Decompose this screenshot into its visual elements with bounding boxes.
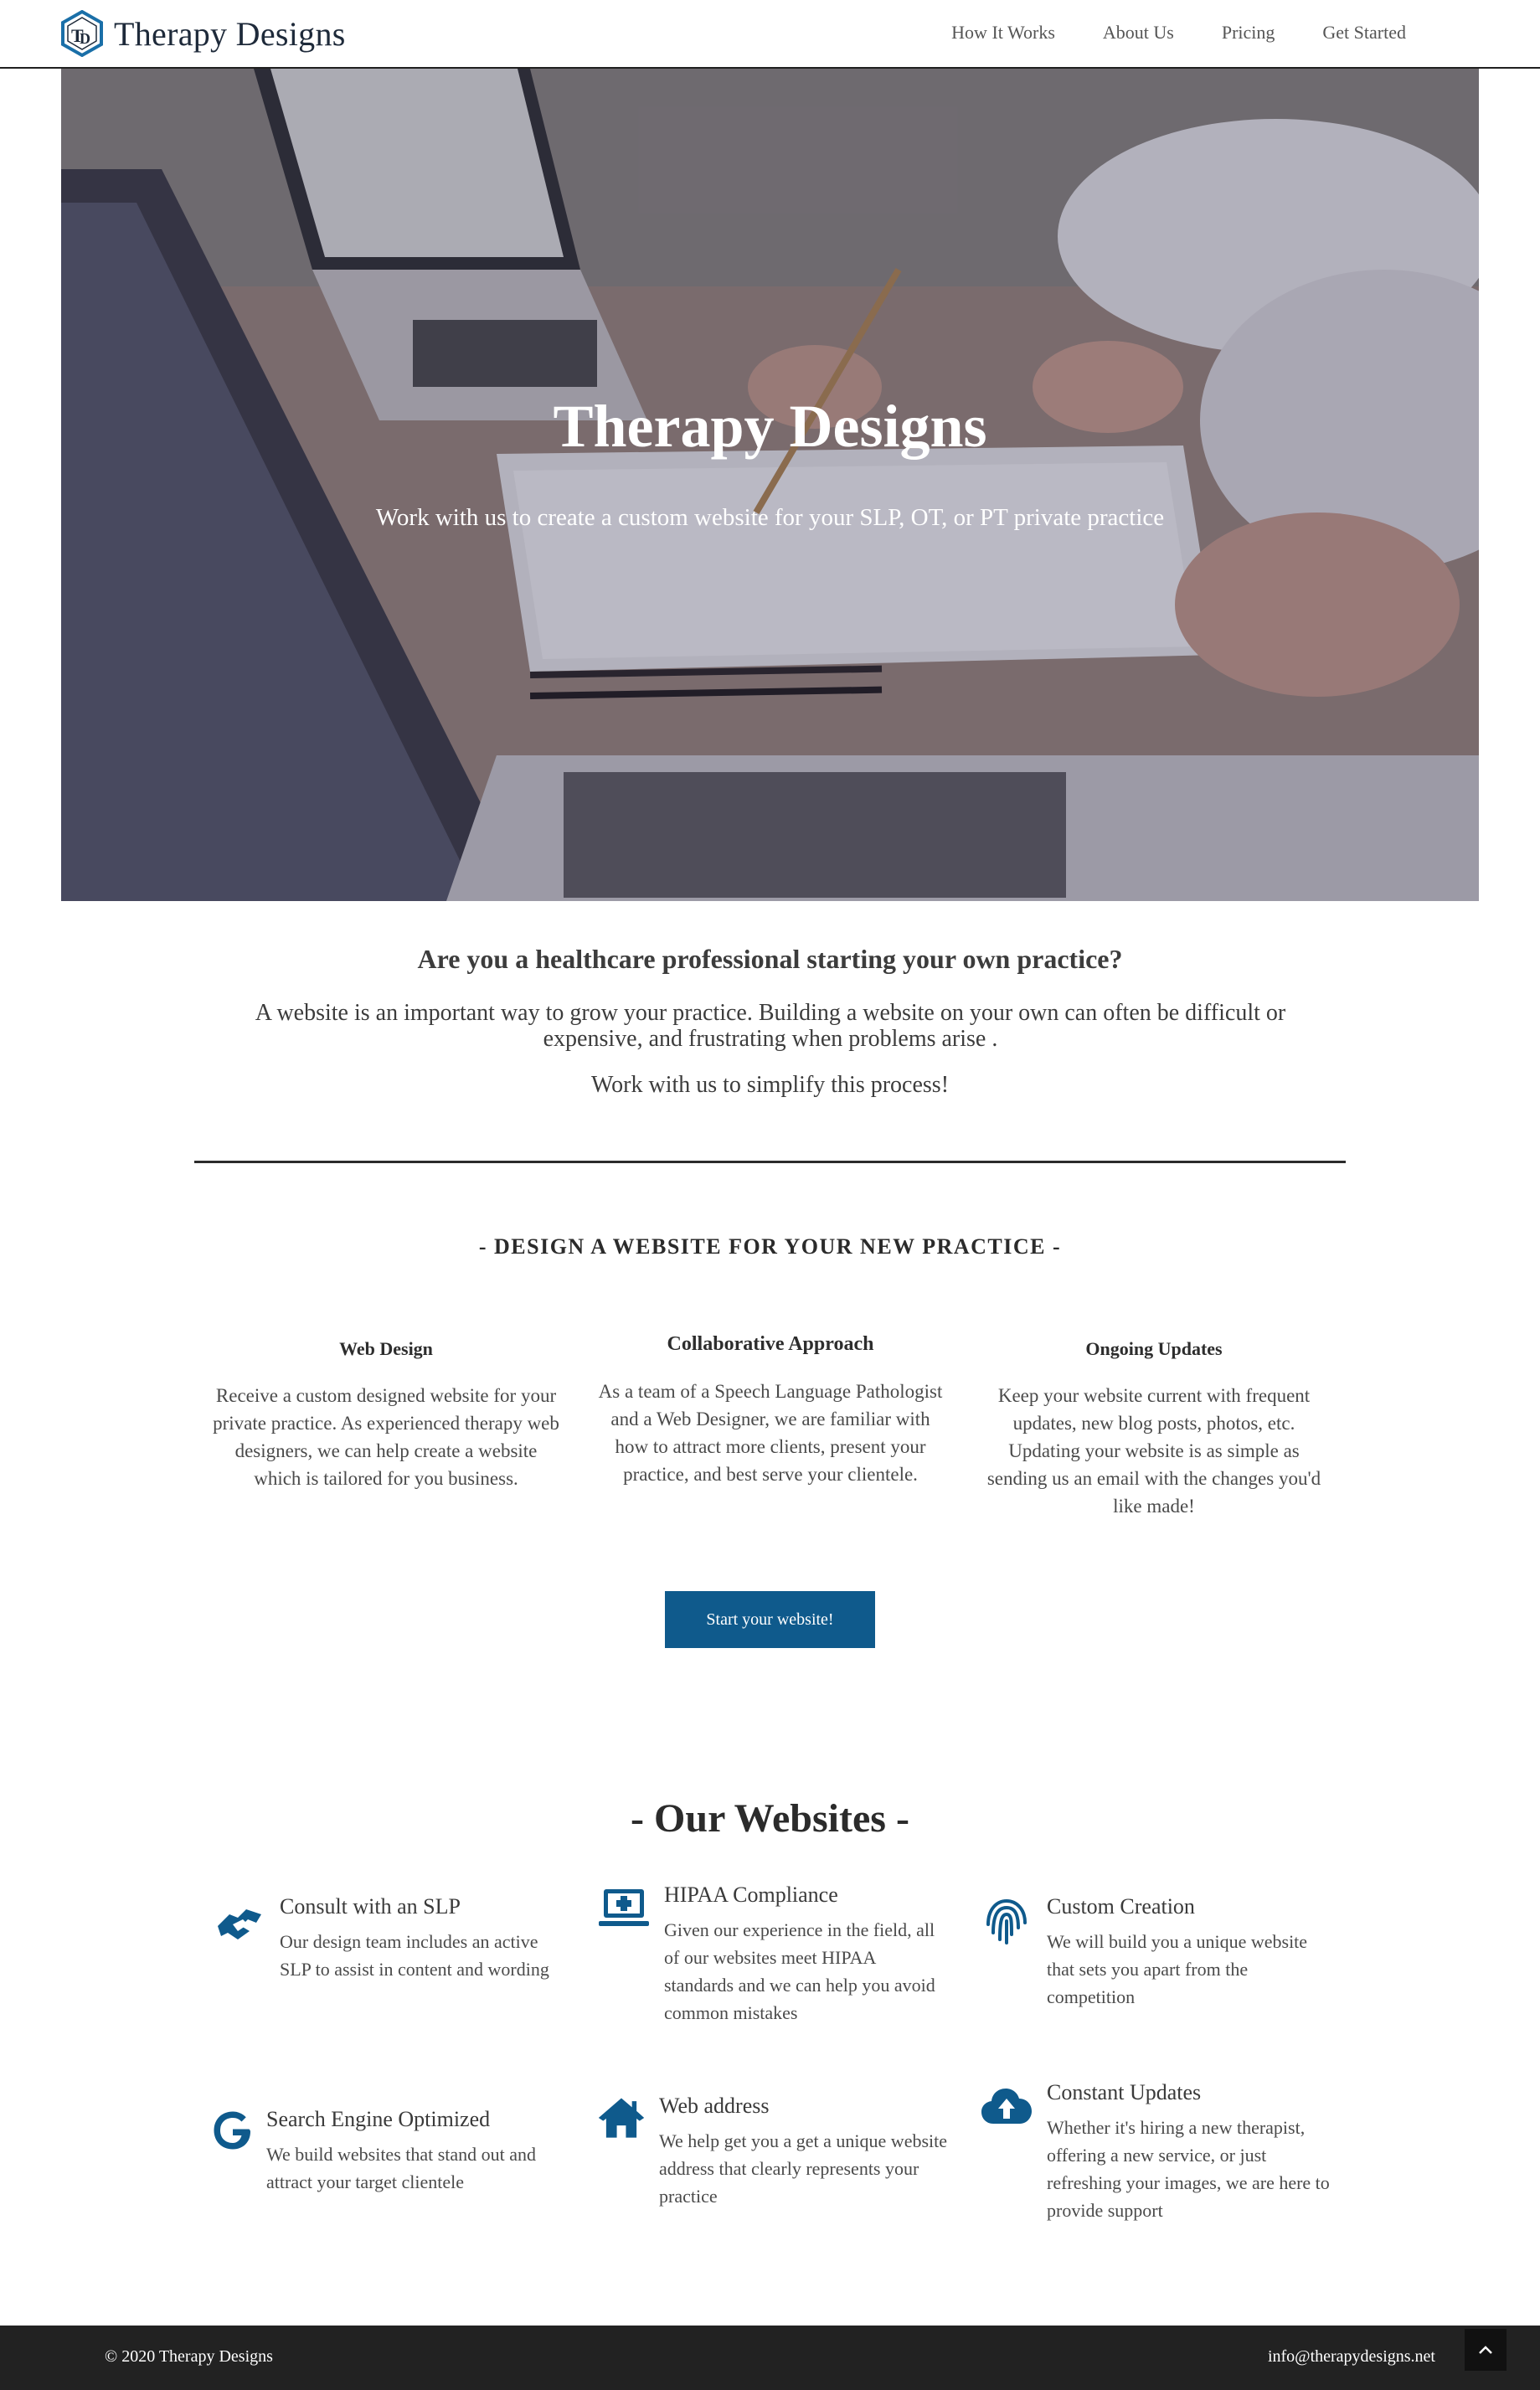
- design-section-heading: - DESIGN A WEBSITE FOR YOUR NEW PRACTICE…: [478, 1234, 1062, 1259]
- hero-subtitle: Work with us to create a custom website …: [375, 504, 1165, 531]
- nav-link-how-it-works[interactable]: How It Works: [951, 22, 1055, 44]
- handshake-icon: [213, 1894, 266, 1983]
- hero-banner: Therapy Designs Work with us to create a…: [61, 69, 1479, 901]
- google-icon: [213, 2107, 253, 2196]
- svg-text:D: D: [80, 30, 90, 47]
- td-logo-icon: T D: [61, 10, 103, 57]
- service-text: Given our experience in the field, all o…: [664, 1919, 935, 2023]
- service-web-address: Web address We help get you a get a uniq…: [597, 2094, 949, 2210]
- top-navbar: T D Therapy Designs How It Works About U…: [0, 0, 1540, 69]
- feature-text: As a team of a Speech Language Pathologi…: [598, 1381, 943, 1485]
- brand-logo[interactable]: T D Therapy Designs: [60, 10, 346, 57]
- service-seo: Search Engine Optimized We build website…: [213, 2107, 564, 2196]
- service-text: We help get you a get a unique website a…: [659, 2130, 948, 2207]
- service-consult-slp: Consult with an SLP Our design team incl…: [213, 1894, 564, 1983]
- service-title: Search Engine Optimized: [266, 2107, 491, 2131]
- feature-web-design: Web Design Receive a custom designed web…: [210, 1338, 562, 1492]
- fingerprint-icon: [980, 1894, 1033, 2011]
- service-text: Whether it's hiring a new therapist, off…: [1047, 2117, 1330, 2221]
- feature-text: Receive a custom designed website for yo…: [213, 1385, 559, 1489]
- footer-copyright: © 2020 Therapy Designs: [105, 2347, 273, 2366]
- service-title: Web address: [659, 2094, 770, 2118]
- feature-title: Web Design: [339, 1338, 433, 1359]
- nav-link-about-us[interactable]: About Us: [1103, 22, 1174, 44]
- section-divider: [194, 1161, 1346, 1163]
- service-custom-creation: Custom Creation We will build you a uniq…: [980, 1894, 1331, 2011]
- service-text: We will build you a unique website that …: [1047, 1931, 1308, 2007]
- feature-title: Ongoing Updates: [1085, 1338, 1223, 1359]
- hero-title: Therapy Designs: [553, 393, 987, 460]
- start-website-button[interactable]: Start your website!: [665, 1591, 875, 1648]
- chevron-up-icon: [1479, 2346, 1492, 2354]
- feature-text: Keep your website current with frequent …: [986, 1385, 1321, 1517]
- scroll-to-top-button[interactable]: [1465, 2329, 1507, 2371]
- laptop-medical-icon: [597, 1883, 651, 2027]
- service-title: HIPAA Compliance: [664, 1883, 838, 1907]
- feature-collaborative-approach: Collaborative Approach As a team of a Sp…: [595, 1333, 946, 1488]
- our-websites-heading: - Our Websites -: [631, 1796, 909, 1841]
- service-title: Constant Updates: [1047, 2080, 1202, 2104]
- intro-question: Are you a healthcare professional starti…: [417, 944, 1123, 974]
- footer-email-link[interactable]: info@therapydesigns.net: [1268, 2347, 1435, 2367]
- service-text: We build websites that stand out and att…: [266, 2144, 537, 2192]
- feature-ongoing-updates: Ongoing Updates Keep your website curren…: [978, 1338, 1330, 1520]
- service-title: Consult with an SLP: [280, 1894, 461, 1919]
- nav-link-get-started[interactable]: Get Started: [1322, 22, 1406, 44]
- nav-link-pricing[interactable]: Pricing: [1222, 22, 1275, 44]
- footer: © 2020 Therapy Designs info@therapydesig…: [0, 2326, 1540, 2390]
- hero-overlay: [61, 69, 1479, 901]
- nav-menu: How It Works About Us Pricing Get Starte…: [951, 22, 1406, 44]
- service-title: Custom Creation: [1047, 1894, 1195, 1919]
- service-hipaa-compliance: HIPAA Compliance Given our experience in…: [597, 1883, 949, 2027]
- brand-name: Therapy Designs: [114, 14, 346, 53]
- cloud-upload-icon: [980, 2080, 1033, 2224]
- intro-paragraph: A website is an important way to grow yo…: [255, 1000, 1286, 1052]
- feature-title: Collaborative Approach: [667, 1333, 874, 1355]
- home-icon: [597, 2094, 646, 2210]
- service-text: Our design team includes an active SLP t…: [280, 1931, 549, 1980]
- intro-cta-text: Work with us to simplify this process!: [590, 1072, 950, 1098]
- service-constant-updates: Constant Updates Whether it's hiring a n…: [980, 2080, 1331, 2224]
